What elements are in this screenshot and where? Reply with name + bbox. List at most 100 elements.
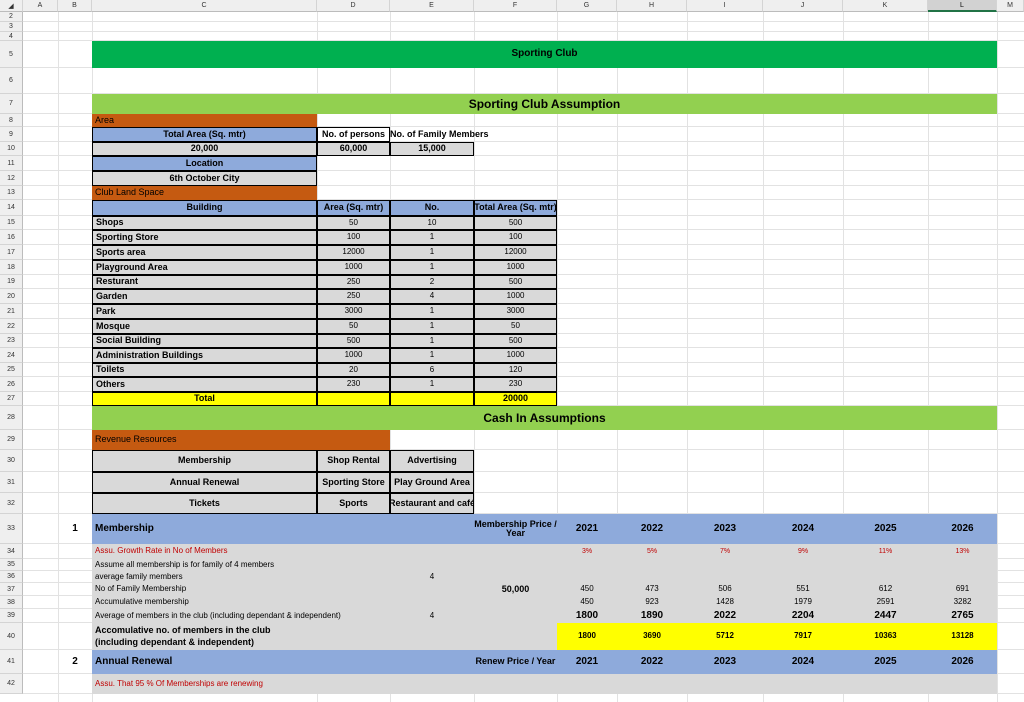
- accum-total-value[interactable]: 7917: [763, 623, 843, 650]
- avg-members-value[interactable]: 2765: [928, 609, 997, 623]
- land-building-name[interactable]: Resturant: [92, 275, 317, 289]
- membership-price-value[interactable]: 50,000: [474, 583, 557, 596]
- avg-members-value[interactable]: 2447: [843, 609, 928, 623]
- land-area-value[interactable]: 1000: [317, 348, 390, 363]
- persons-header[interactable]: No. of persons: [317, 127, 390, 142]
- row-header-17[interactable]: 17: [0, 245, 23, 260]
- accum-value[interactable]: 3282: [928, 596, 997, 609]
- renewal-year-5[interactable]: 2026: [928, 650, 997, 674]
- row-header-39[interactable]: 39: [0, 609, 23, 623]
- location-value[interactable]: 6th October City: [92, 171, 317, 186]
- land-count-value[interactable]: 1: [390, 304, 474, 319]
- growth-rate[interactable]: 13%: [928, 544, 997, 559]
- family-membership-value[interactable]: 551: [763, 583, 843, 596]
- membership-number[interactable]: 1: [58, 514, 92, 544]
- column-header-a[interactable]: A: [23, 0, 58, 12]
- row-header-4[interactable]: 4: [0, 32, 23, 41]
- land-building-name[interactable]: Social Building: [92, 334, 317, 348]
- family-membership-value[interactable]: 506: [687, 583, 763, 596]
- row-header-15[interactable]: 15: [0, 216, 23, 230]
- column-header-f[interactable]: F: [474, 0, 557, 12]
- accum-value[interactable]: 923: [617, 596, 687, 609]
- land-total-value[interactable]: 1000: [474, 348, 557, 363]
- land-building-name[interactable]: Playground Area: [92, 260, 317, 275]
- avg-members-value[interactable]: 1890: [617, 609, 687, 623]
- total-area-value[interactable]: 20,000: [92, 142, 317, 156]
- row-header-7[interactable]: 7: [0, 94, 23, 114]
- row-header-36[interactable]: 36: [0, 571, 23, 583]
- land-count-value[interactable]: 1: [390, 348, 474, 363]
- row-header-22[interactable]: 22: [0, 319, 23, 334]
- renewal-title[interactable]: Annual Renewal: [92, 650, 474, 674]
- land-total-value[interactable]: 1000: [474, 289, 557, 304]
- family-membership-value[interactable]: 612: [843, 583, 928, 596]
- row-header-16[interactable]: 16: [0, 230, 23, 245]
- membership-year-2[interactable]: 2023: [687, 514, 763, 544]
- land-area-value[interactable]: 12000: [317, 245, 390, 260]
- land-building-name[interactable]: Shops: [92, 216, 317, 230]
- land-building-name[interactable]: Administration Buildings: [92, 348, 317, 363]
- land-total-value[interactable]: 50: [474, 319, 557, 334]
- land-header-2[interactable]: No.: [390, 200, 474, 216]
- row-header-25[interactable]: 25: [0, 363, 23, 377]
- land-area-value[interactable]: 20: [317, 363, 390, 377]
- land-count-value[interactable]: 1: [390, 334, 474, 348]
- row-header-6[interactable]: 6: [0, 68, 23, 94]
- persons-value[interactable]: 60,000: [317, 142, 390, 156]
- row-header-27[interactable]: 27: [0, 392, 23, 406]
- land-area-value[interactable]: 3000: [317, 304, 390, 319]
- membership-year-0[interactable]: 2021: [557, 514, 617, 544]
- growth-label[interactable]: Assu. Growth Rate in No of Members: [92, 544, 474, 559]
- row-header-20[interactable]: 20: [0, 289, 23, 304]
- renewal-year-0[interactable]: 2021: [557, 650, 617, 674]
- avg-members-value[interactable]: 1800: [557, 609, 617, 623]
- land-count-value[interactable]: 6: [390, 363, 474, 377]
- growth-rate[interactable]: 5%: [617, 544, 687, 559]
- total-area-header[interactable]: Total Area (Sq. mtr): [92, 127, 317, 142]
- renewal-year-4[interactable]: 2025: [843, 650, 928, 674]
- membership-year-5[interactable]: 2026: [928, 514, 997, 544]
- row-header-38[interactable]: 38: [0, 596, 23, 609]
- column-header-j[interactable]: J: [763, 0, 843, 12]
- row-header-33[interactable]: 33: [0, 514, 23, 544]
- membership-year-4[interactable]: 2025: [843, 514, 928, 544]
- accum-total-value[interactable]: 10363: [843, 623, 928, 650]
- row-header-37[interactable]: 37: [0, 583, 23, 596]
- land-header-0[interactable]: Building: [92, 200, 317, 216]
- accum-total-label-2[interactable]: (including dependant & independent): [92, 623, 557, 650]
- column-header-h[interactable]: H: [617, 0, 687, 12]
- land-total-label[interactable]: Total: [92, 392, 317, 406]
- column-header-m[interactable]: M: [997, 0, 1024, 12]
- renewal-price-header[interactable]: Renew Price / Year: [474, 650, 557, 674]
- land-area-value[interactable]: 250: [317, 275, 390, 289]
- land-total-value[interactable]: 500: [474, 216, 557, 230]
- revenue-item[interactable]: Shop Rental: [317, 450, 390, 472]
- row-header-30[interactable]: 30: [0, 450, 23, 472]
- land-count-value[interactable]: 4: [390, 289, 474, 304]
- column-header-b[interactable]: B: [58, 0, 92, 12]
- land-header-3[interactable]: Total Area (Sq. mtr): [474, 200, 557, 216]
- row-header-12[interactable]: 12: [0, 171, 23, 186]
- renewal-year-3[interactable]: 2024: [763, 650, 843, 674]
- revenue-item[interactable]: Restaurant and café: [390, 493, 474, 514]
- column-header-d[interactable]: D: [317, 0, 390, 12]
- row-header-5[interactable]: 5: [0, 41, 23, 68]
- revenue-item[interactable]: Sporting Store: [317, 472, 390, 493]
- accum-total-value[interactable]: 1800: [557, 623, 617, 650]
- row-header-10[interactable]: 10: [0, 142, 23, 156]
- assumption-title-cell[interactable]: Sporting Club Assumption: [92, 94, 997, 114]
- row-header-24[interactable]: 24: [0, 348, 23, 363]
- location-header[interactable]: Location: [92, 156, 317, 171]
- avg-members-label[interactable]: Average of members in the club (includin…: [92, 609, 390, 623]
- land-total-value[interactable]: 3000: [474, 304, 557, 319]
- row-header-41[interactable]: 41: [0, 650, 23, 674]
- accum-total-value[interactable]: 13128: [928, 623, 997, 650]
- land-section-label[interactable]: Club Land Space: [92, 186, 317, 200]
- revenue-item[interactable]: Sports: [317, 493, 390, 514]
- row-header-26[interactable]: 26: [0, 377, 23, 392]
- row-header-2[interactable]: 2: [0, 12, 23, 22]
- select-all-corner[interactable]: ◢: [0, 0, 23, 12]
- land-count-value[interactable]: 1: [390, 319, 474, 334]
- column-header-g[interactable]: G: [557, 0, 617, 12]
- row-header-40[interactable]: 40: [0, 623, 23, 650]
